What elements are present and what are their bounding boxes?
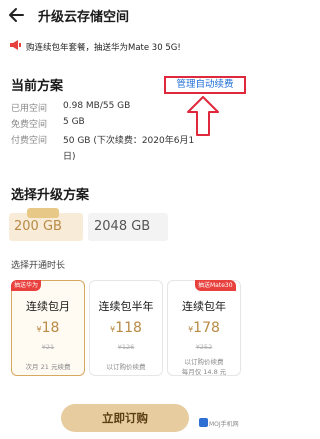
plan-note-half-year: 以订购价续费 [106,363,146,371]
capacity-badge [27,208,59,218]
plan-original-price-monthly: ¥21 [41,343,55,351]
plan-original-price-yearly: ¥252 [195,343,213,351]
capacity-label-200gb: 200 GB [14,219,62,234]
page-title: 升级云存储空间 [38,10,130,25]
plan-price-monthly: ¥18 [36,320,60,336]
used-space-label: 已用空间 [11,104,48,114]
plan-note2-yearly: 每月仅 14.8 元 [181,368,227,376]
plan-badge-yearly: 抽送Mate30 [195,280,236,291]
free-space-value: 5 GB [63,117,85,127]
promo-banner[interactable]: 购连续包年套餐，抽送华为Mate 30 5G! [0,34,251,58]
megaphone-icon [10,40,21,50]
plan-name-monthly: 连续包月 [26,300,70,313]
paid-space-value-cont: 日) [63,152,76,162]
current-plan-title: 当前方案 [11,79,64,94]
paid-space-value: 50 GB (下次续费：2020年6月1 [63,136,195,146]
used-space-value: 0.98 MB/55 GB [63,101,131,111]
paid-space-label: 付费空间 [11,136,48,146]
plan-note-monthly: 次月 21 元续费 [25,363,71,371]
arrow-up-annotation-icon [187,96,219,136]
watermark-logo-icon [199,418,208,427]
promo-text: 购连续包年套餐，抽送华为Mate 30 5G! [26,43,181,53]
plan-original-price-half-year: ¥126 [117,343,135,351]
plan-badge-monthly: 抽送华为 [11,280,42,291]
manage-auto-renew-link[interactable]: 管理自动续费 [164,76,246,94]
arrow-left-icon[interactable] [8,5,26,25]
plan-name-yearly: 连续包年 [182,300,226,313]
upgrade-title: 选择升级方案 [11,188,90,203]
free-space-label: 免费空间 [11,120,48,130]
duration-title: 选择开通时长 [11,261,66,271]
watermark-text: MOJ手机网 [209,421,239,428]
capacity-label-2048gb: 2048 GB [94,219,151,234]
plan-name-half-year: 连续包半年 [98,300,154,313]
app-header: 升级云存储空间 [0,0,251,32]
plan-note-yearly: 以订购价续费 [184,358,224,366]
plan-price-half-year: ¥118 [110,320,142,336]
plan-price-yearly: ¥178 [188,320,220,336]
buy-now-button[interactable]: 立即订购 [61,404,189,432]
